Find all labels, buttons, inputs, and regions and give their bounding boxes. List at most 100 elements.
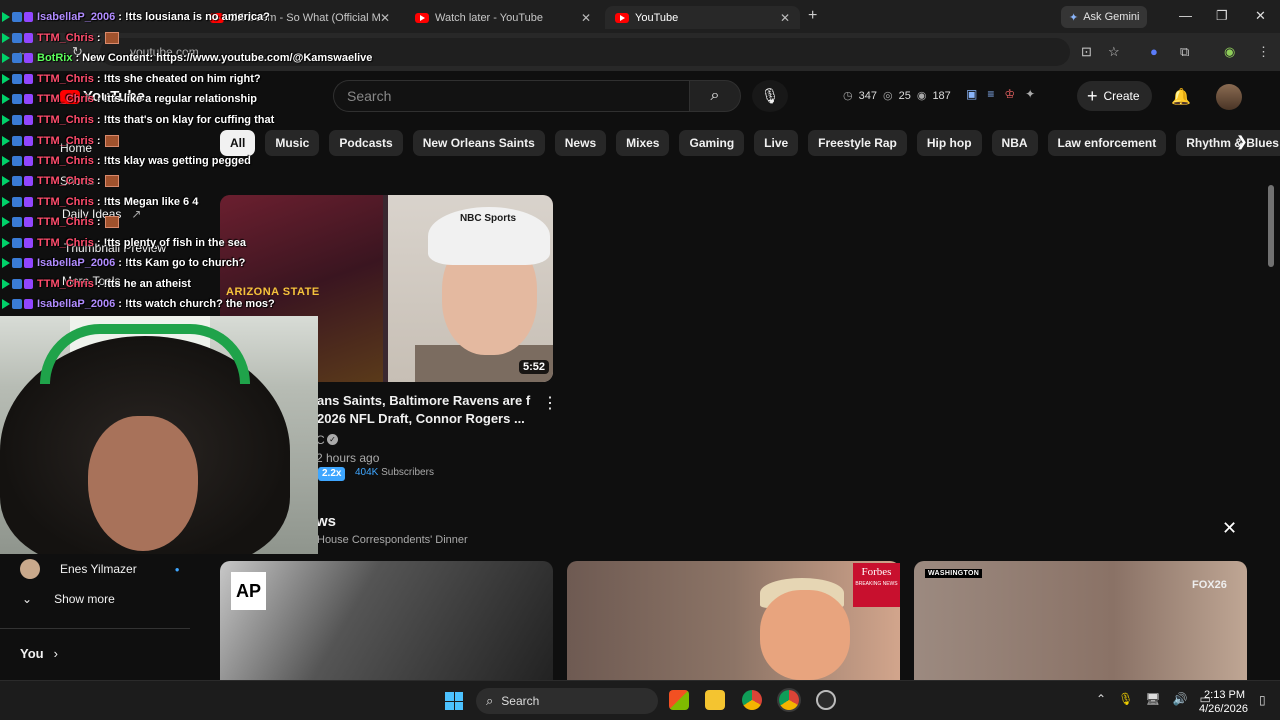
close-shelf-icon[interactable]: ✕ (1222, 518, 1237, 539)
system-tray: ⌃ 🎙 🖥 🔊 ▭ (1096, 692, 1211, 706)
extensions-puzzle-icon[interactable]: ⧉ (1180, 44, 1189, 60)
chip-news[interactable]: News (554, 130, 607, 156)
chip-mixes[interactable]: Mixes (616, 130, 670, 156)
video-title[interactable]: ans Saints, Baltimore Ravens are f 2026 … (317, 392, 537, 428)
chat-username: TTM_Chris (37, 237, 94, 249)
nbc-sports-logo: NBC Sports (459, 213, 517, 224)
webcam-overlay (0, 316, 318, 554)
chat-username: TTM_Chris (37, 278, 94, 290)
sidebar-you-section[interactable]: You › (20, 646, 58, 661)
close-tab-icon[interactable]: ✕ (380, 11, 390, 25)
chrome-icon[interactable] (742, 690, 762, 710)
voice-search-button[interactable]: 🎙 (752, 80, 788, 112)
search-input[interactable]: Search (333, 80, 689, 112)
chat-message: TTM_Chris : (0, 214, 119, 230)
chat-badge-icons (2, 217, 33, 227)
chrome-active-icon[interactable] (779, 690, 799, 710)
obs-icon[interactable] (816, 690, 836, 710)
clock-icon: ◷ (843, 90, 853, 102)
sidebar-divider (0, 628, 190, 629)
chat-username: TTM_Chris (37, 114, 94, 126)
search-icon: ⌕ (486, 693, 494, 708)
microphone-icon[interactable]: 🎙 (1118, 692, 1133, 706)
chat-message: TTM_Chris: !tts like a regular relations… (0, 91, 257, 107)
chat-badge-icons (2, 33, 33, 43)
ask-gemini-button[interactable]: ✦ Ask Gemini (1061, 6, 1148, 28)
chat-badge-icons (2, 197, 33, 207)
search-placeholder: Search (347, 88, 392, 104)
minimize-icon[interactable]: — (1179, 8, 1192, 23)
chip-live[interactable]: Live (754, 130, 799, 156)
show-more-button[interactable]: ⌄ Show more (20, 592, 115, 606)
sidebar-item-subscription[interactable]: Enes Yilmazer ● (20, 559, 180, 579)
subscription-name: Enes Yilmazer (60, 562, 137, 576)
stat-b: 25 (898, 89, 911, 102)
volume-icon[interactable]: 🔊 (1173, 692, 1188, 706)
taskbar-search[interactable]: ⌕ Search (476, 688, 658, 714)
chat-text: : !tts that's on klay for cuffing that (96, 114, 275, 126)
new-tab-button[interactable]: + (808, 7, 817, 25)
forbes-sub: BREAKING NEWS (855, 581, 898, 587)
news-thumbnail-2[interactable] (567, 561, 900, 680)
subscriber-number: 404K (355, 467, 379, 478)
chat-emote-icon (104, 135, 119, 147)
file-explorer-icon[interactable] (705, 690, 725, 710)
browser-menu-icon[interactable]: ⋮ (1257, 44, 1270, 60)
page-scrollbar[interactable] (1268, 185, 1274, 267)
chevron-down-icon: ⌄ (22, 592, 33, 606)
chip-freestyle-rap[interactable]: Freestyle Rap (808, 130, 907, 156)
ap-logo: AP (231, 572, 266, 610)
list-icon[interactable]: ≡ (987, 87, 994, 101)
chip-podcasts[interactable]: Podcasts (329, 130, 403, 156)
gemini-sparkle-icon: ✦ (1069, 11, 1079, 24)
chat-username: TTM_Chris (37, 32, 94, 44)
browser-tab-youtube[interactable]: YouTube ✕ (605, 6, 800, 29)
chip-hip-hop[interactable]: Hip hop (916, 130, 982, 156)
taskbar-search-label: Search (501, 694, 540, 708)
chat-badge-icons (2, 279, 33, 289)
gemini-label: Ask Gemini (1083, 11, 1140, 23)
chat-badge-icons (2, 299, 33, 309)
create-button[interactable]: + Create (1077, 81, 1152, 111)
extension-circle-icon[interactable]: ● (1150, 44, 1158, 59)
notification-center-icon[interactable]: ▯ (1259, 693, 1266, 707)
microphone-icon: 🎙 (760, 88, 780, 105)
network-icon[interactable]: 🖥 (1145, 692, 1160, 706)
microsoft-store-icon[interactable] (669, 690, 689, 710)
chevron-up-icon[interactable]: ⌃ (1096, 692, 1106, 706)
chip-new-orleans-saints[interactable]: New Orleans Saints (412, 130, 545, 156)
close-tab-icon[interactable]: ✕ (581, 11, 591, 25)
browser-tab-watch-later[interactable]: Watch later - YouTube ✕ (405, 6, 601, 29)
restore-icon[interactable]: ❐ (1216, 8, 1228, 24)
chip-gaming[interactable]: Gaming (679, 130, 745, 156)
tool-icon[interactable]: ▣ (966, 87, 977, 101)
notifications-bell-icon[interactable]: 🔔 (1171, 87, 1191, 107)
news-thumbnail-1[interactable] (220, 561, 553, 680)
chat-username: TTM_Chris (37, 135, 94, 147)
taskbar-clock[interactable]: 2:13 PM 4/26/2026 (1199, 688, 1248, 716)
profile-icon[interactable]: ◉ (1224, 44, 1235, 60)
chat-username: TTM_Chris (37, 216, 94, 228)
fox26-logo: FOX26 (1192, 579, 1227, 591)
chat-badge-icons (2, 156, 33, 166)
chat-emote-icon (104, 175, 119, 187)
chat-message: TTM_Chris : (0, 133, 119, 149)
more-options-icon[interactable]: ⋮ (542, 393, 558, 413)
chat-badge-icons (2, 115, 33, 125)
install-app-icon[interactable]: ⊡ (1081, 44, 1092, 60)
close-window-icon[interactable]: ✕ (1255, 8, 1266, 24)
clock-date: 4/26/2026 (1199, 703, 1248, 715)
trophy-icon[interactable]: ♔ (1004, 87, 1015, 101)
windows-start-icon[interactable] (445, 692, 463, 710)
close-tab-icon[interactable]: ✕ (780, 11, 790, 25)
youtube-favicon-icon (615, 12, 629, 23)
chip-rhythm-blues[interactable]: Rhythm & Blues (1176, 130, 1280, 156)
chat-username: IsabellaP_2006 (37, 298, 116, 310)
chip-nba[interactable]: NBA (991, 130, 1038, 156)
bookmark-star-icon[interactable]: ☆ (1108, 44, 1120, 60)
sparkle-icon[interactable]: ✦ (1025, 87, 1035, 101)
search-button[interactable]: ⌕ (689, 80, 741, 112)
chip-law-enforcement[interactable]: Law enforcement (1047, 130, 1167, 156)
chevron-right-icon[interactable]: ❯ (1236, 133, 1248, 150)
account-avatar[interactable] (1216, 84, 1242, 110)
